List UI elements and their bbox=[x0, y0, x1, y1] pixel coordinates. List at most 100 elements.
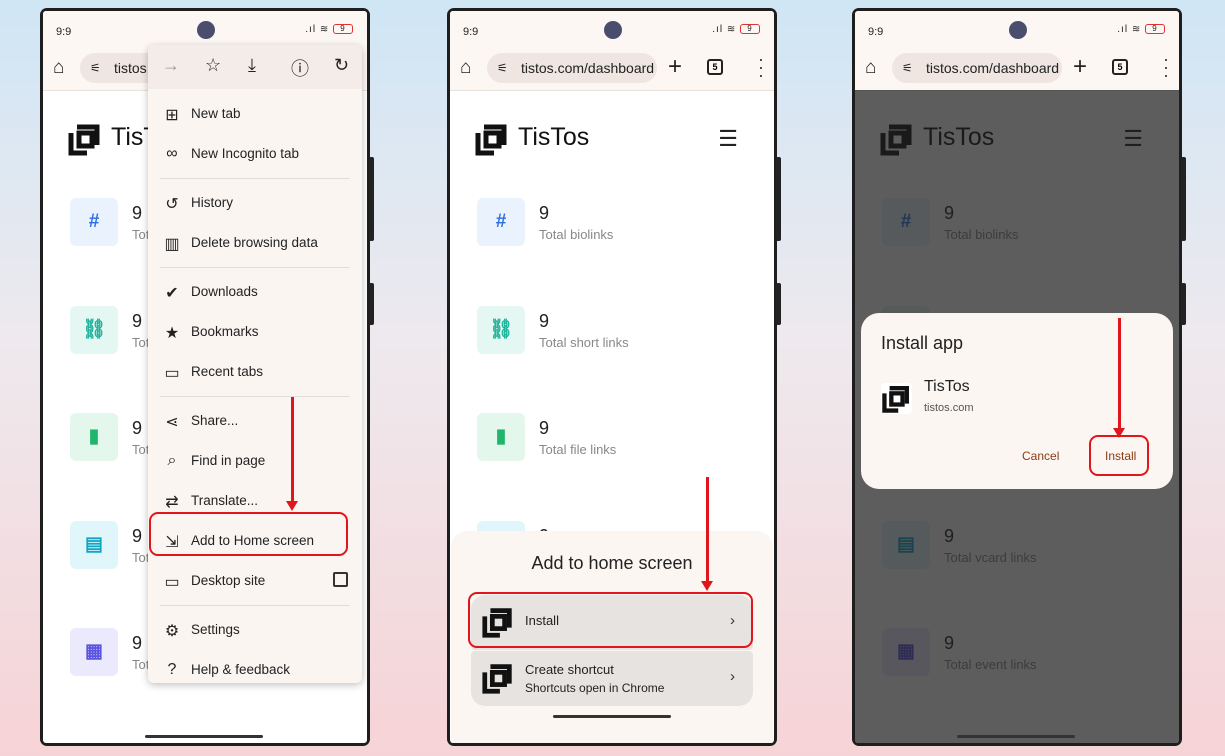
signal-icon: .ıl bbox=[305, 24, 320, 35]
menu-divider bbox=[160, 267, 350, 268]
info-icon[interactable]: ⓘ bbox=[291, 55, 309, 81]
calendar-icon: ▦ bbox=[70, 628, 118, 676]
home-icon[interactable]: ⌂ bbox=[53, 57, 64, 79]
menu-item-desktop[interactable]: ▭ Desktop site bbox=[148, 562, 362, 600]
red-arrow bbox=[701, 477, 713, 591]
settings-icon: ⚙ bbox=[164, 623, 180, 640]
side-button bbox=[369, 283, 374, 325]
trash-icon: ▥ bbox=[164, 236, 180, 253]
phone-screen: 9:9 .ıl ≋ 9 ⌂ ⚟ tistos.com/dashboard +5 ··· Tis… bbox=[855, 11, 1179, 743]
incognito-icon: ∞ bbox=[166, 145, 178, 162]
more-menu-icon[interactable]: · · · bbox=[758, 50, 764, 84]
menu-item-downloads[interactable]: ✔ Downloads bbox=[148, 273, 362, 311]
menu-item-share[interactable]: ⋖ Share... bbox=[148, 402, 362, 440]
stat-value: 9 bbox=[539, 418, 550, 438]
shortcut-icon bbox=[481, 661, 515, 695]
status-bar: 9:9 .ıl ≋ 9 bbox=[450, 11, 774, 47]
address-bar: ⌂ ⚟ tistos.com/dashboard +5 · · · bbox=[450, 47, 774, 91]
desktop-icon: ▭ bbox=[164, 574, 180, 591]
menu-item-help[interactable]: ? Help & feedback bbox=[148, 651, 362, 689]
wifi-icon: ≋ bbox=[1131, 24, 1145, 35]
menu-item-label: Bookmarks bbox=[191, 324, 259, 339]
menu-item-incognito[interactable]: ∞ New Incognito tab bbox=[148, 135, 362, 173]
status-bar: 9:9 .ıl ≋ 9 bbox=[855, 11, 1179, 47]
star-icon[interactable]: ☆ bbox=[205, 55, 221, 76]
menu-divider bbox=[160, 605, 350, 606]
menu-item-label: Recent tabs bbox=[191, 364, 264, 379]
menu-item-bookmarks[interactable]: ★ Bookmarks bbox=[148, 313, 362, 351]
side-button bbox=[1181, 283, 1186, 325]
highlight-install-button bbox=[1089, 435, 1149, 476]
new-tab-button[interactable]: + bbox=[668, 53, 682, 81]
stat-label: Total short links bbox=[539, 334, 629, 350]
menu-toolbar: → ☆ ⤓ ⓘ ↻ bbox=[148, 45, 362, 89]
wifi-icon: ≋ bbox=[726, 24, 740, 35]
menu-item-label: Help & feedback bbox=[191, 662, 291, 677]
file-icon: ▮ bbox=[477, 413, 525, 461]
brand-name: TisTos bbox=[518, 123, 590, 151]
option-label: Create shortcut bbox=[525, 662, 614, 677]
home-indicator[interactable] bbox=[145, 735, 263, 738]
menu-item-history[interactable]: ↺ History bbox=[148, 184, 362, 222]
history-icon: ↺ bbox=[165, 196, 179, 213]
stat-label: Total biolinks bbox=[539, 227, 614, 242]
highlight-install bbox=[468, 592, 753, 648]
home-indicator[interactable] bbox=[553, 715, 671, 718]
menu-item-trash[interactable]: ▥ Delete browsing data bbox=[148, 224, 362, 262]
wifi-icon: ≋ bbox=[319, 24, 333, 35]
menu-item-settings[interactable]: ⚙ Settings bbox=[148, 611, 362, 649]
home-icon[interactable]: ⌂ bbox=[460, 57, 471, 79]
side-button bbox=[1181, 157, 1186, 241]
menu-item-recent-tabs[interactable]: ▭ Recent tabs bbox=[148, 353, 362, 391]
home-indicator[interactable] bbox=[957, 735, 1075, 738]
hash-icon: # bbox=[70, 198, 118, 246]
more-menu-icon[interactable]: · · · bbox=[1163, 50, 1169, 84]
hamburger-menu-icon[interactable]: ☰ bbox=[718, 126, 738, 152]
phone-dialog: 9:9 .ıl ≋ 9 ⌂ ⚟ tistos.com/dashboard +5 ··· Tis… bbox=[852, 8, 1186, 746]
stat-value: 9 bbox=[132, 203, 143, 223]
stat-label: Tot bbox=[132, 549, 150, 565]
url-field[interactable]: ⚟ tistos.com/dashboard bbox=[487, 53, 657, 83]
stat-value: 9 bbox=[132, 418, 143, 438]
menu-item-label: New tab bbox=[191, 106, 241, 121]
desktop-site-checkbox[interactable] bbox=[333, 572, 348, 587]
link-icon: ⛓ bbox=[70, 305, 118, 354]
cancel-button[interactable]: Cancel bbox=[1022, 449, 1059, 463]
stat-label: Tot bbox=[132, 657, 150, 672]
menu-item-find[interactable]: ⌕ Find in page bbox=[148, 442, 362, 480]
menu-item-new-tab[interactable]: ⊞ New tab bbox=[148, 95, 362, 133]
battery-icon: 9 bbox=[740, 24, 760, 35]
stat-label: Tot bbox=[132, 442, 150, 457]
home-icon[interactable]: ⌂ bbox=[865, 57, 876, 79]
status-bar: 9:9 .ıl ≋ 9 bbox=[43, 11, 367, 47]
tab-count-button[interactable]: 5 bbox=[707, 59, 723, 75]
url-text: tistos.com/dashboard bbox=[926, 60, 1060, 76]
menu-item-label: Translate... bbox=[191, 493, 259, 508]
menu-item-label: Find in page bbox=[191, 453, 266, 468]
translate-icon: ⇄ bbox=[165, 494, 179, 511]
side-button bbox=[776, 157, 781, 241]
hash-icon: # bbox=[477, 198, 525, 246]
stat-value: 9 bbox=[539, 310, 550, 331]
status-time: 9:9 bbox=[868, 26, 884, 38]
reload-icon[interactable]: ↻ bbox=[334, 55, 349, 76]
site-settings-icon[interactable]: ⚟ bbox=[90, 53, 101, 83]
tab-count-button[interactable]: 5 bbox=[1112, 59, 1128, 75]
url-field[interactable]: ⚟ tistos.com/dashboard bbox=[892, 53, 1062, 83]
create-shortcut-option[interactable]: Create shortcut Shortcuts open in Chrome › bbox=[471, 651, 753, 706]
new-tab-button[interactable]: + bbox=[1073, 53, 1087, 81]
stat-value: 9 bbox=[132, 310, 143, 331]
site-settings-icon[interactable]: ⚟ bbox=[902, 53, 913, 83]
battery-icon: 9 bbox=[333, 24, 353, 35]
download-icon[interactable]: ⤓ bbox=[248, 55, 256, 76]
recent-tabs-icon: ▭ bbox=[164, 365, 180, 382]
file-icon: ▮ bbox=[70, 413, 118, 461]
forward-icon[interactable]: → bbox=[162, 55, 180, 76]
downloads-icon: ✔ bbox=[165, 285, 179, 302]
signal-icon: .ıl bbox=[712, 24, 727, 35]
system-icons: .ıl ≋ 9 bbox=[305, 24, 353, 35]
option-sublabel: Shortcuts open in Chrome bbox=[525, 681, 665, 695]
camera-cutout bbox=[604, 21, 622, 39]
camera-cutout bbox=[197, 21, 215, 39]
site-settings-icon[interactable]: ⚟ bbox=[497, 53, 508, 83]
